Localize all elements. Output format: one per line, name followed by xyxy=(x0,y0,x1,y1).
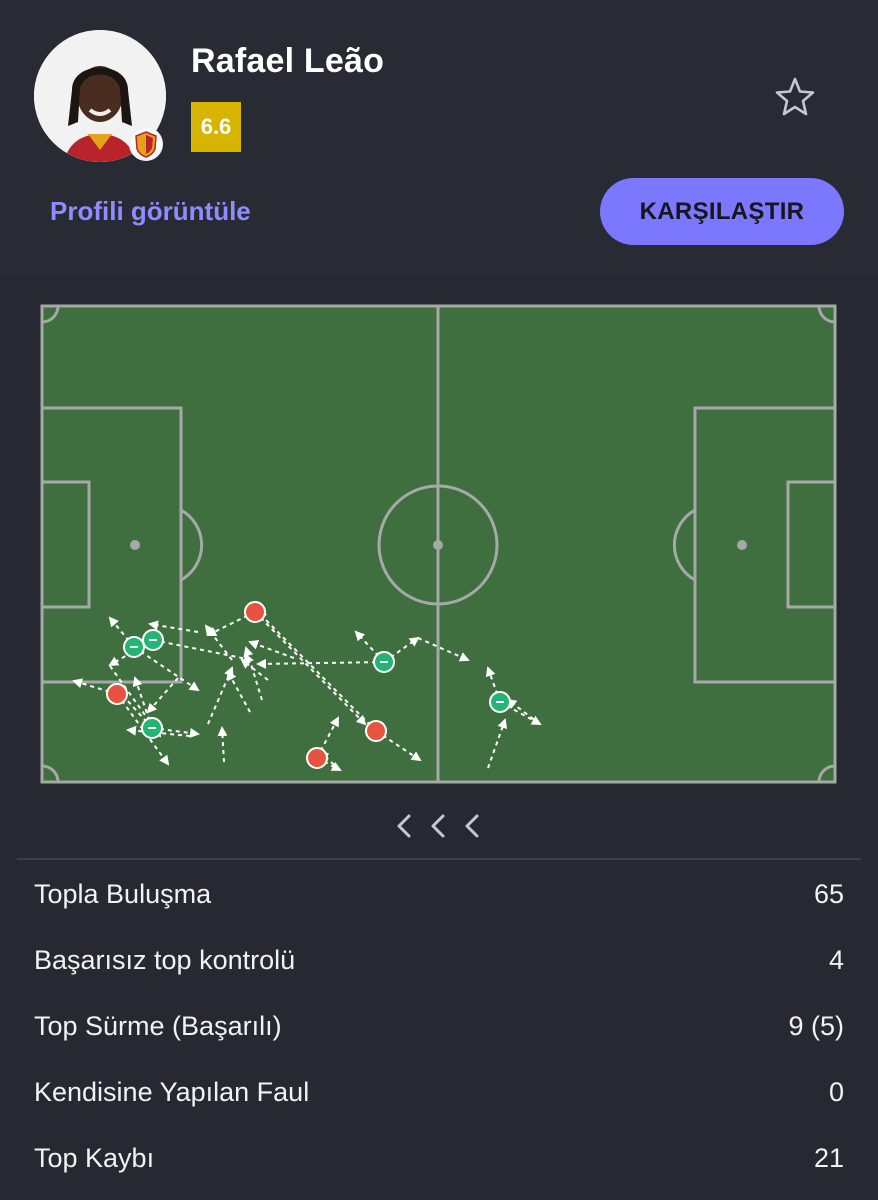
stat-value: 9 (5) xyxy=(788,1010,844,1041)
player-name: Rafael Leão xyxy=(191,42,385,80)
dribble-map-pitch xyxy=(40,304,837,784)
compare-button[interactable]: KARŞILAŞTIR xyxy=(600,178,844,245)
stat-row-bad-control: Başarısız top kontrolü 4 xyxy=(34,927,844,993)
failed-dribble-marker[interactable] xyxy=(306,747,328,769)
section-divider xyxy=(17,858,861,860)
failed-dribble-marker[interactable] xyxy=(365,720,387,742)
club-badge xyxy=(129,127,163,161)
view-profile-link[interactable]: Profili görüntüle xyxy=(50,196,251,227)
stats-list: Topla Buluşma 65 Başarısız top kontrolü … xyxy=(34,861,844,1191)
star-outline-icon xyxy=(775,77,815,116)
chevron-left-icon xyxy=(397,814,479,838)
failed-dribble-marker[interactable] xyxy=(106,683,128,705)
stat-row-touches: Topla Buluşma 65 xyxy=(34,861,844,927)
player-header: Rafael Leão 6.6 Profili görüntüle KARŞIL… xyxy=(0,0,878,276)
stat-row-dribbles: Top Sürme (Başarılı) 9 (5) xyxy=(34,993,844,1059)
stat-label: Başarısız top kontrolü xyxy=(34,944,296,975)
stat-label: Top Sürme (Başarılı) xyxy=(34,1010,282,1041)
favorite-button[interactable] xyxy=(772,74,818,120)
galatasaray-crest-icon xyxy=(135,131,157,158)
stat-value: 0 xyxy=(828,1076,844,1107)
stat-value: 21 xyxy=(813,1142,844,1173)
carousel-nav[interactable] xyxy=(393,808,493,844)
rating-badge: 6.6 xyxy=(191,102,241,152)
stat-label: Kendisine Yapılan Faul xyxy=(34,1076,310,1107)
stat-row-possession-lost: Top Kaybı 21 xyxy=(34,1125,844,1191)
failed-dribble-marker[interactable] xyxy=(244,601,266,623)
stat-value: 4 xyxy=(828,944,844,975)
pitch-markings xyxy=(40,304,837,784)
stat-label: Top Kaybı xyxy=(34,1142,155,1173)
stat-value: 65 xyxy=(813,878,844,909)
stat-row-fouled: Kendisine Yapılan Faul 0 xyxy=(34,1059,844,1125)
stat-label: Topla Buluşma xyxy=(34,878,212,909)
